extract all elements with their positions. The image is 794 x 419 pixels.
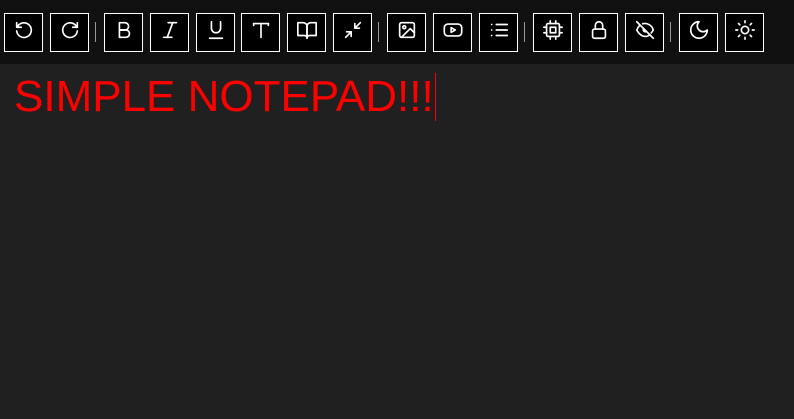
italic-button[interactable]	[150, 13, 189, 52]
book-open-icon	[296, 19, 318, 46]
underline-icon	[205, 19, 227, 46]
bold-button[interactable]	[104, 13, 143, 52]
minimize-button[interactable]	[333, 13, 372, 52]
text-t-icon	[250, 19, 272, 46]
list-icon	[488, 19, 510, 46]
hide-button[interactable]	[625, 13, 664, 52]
cpu-button[interactable]	[533, 13, 572, 52]
image-icon	[396, 19, 418, 46]
text-caret	[434, 73, 436, 121]
editor-area[interactable]: SIMPLE NOTEPAD!!!	[0, 64, 794, 419]
toolbar-separator	[524, 22, 525, 42]
toolbar-separator	[670, 22, 671, 42]
cpu-chip-icon	[542, 19, 564, 46]
insert-video-button[interactable]	[433, 13, 472, 52]
toolbar-separator	[95, 22, 96, 42]
toolbar-separator	[378, 22, 379, 42]
redo-icon	[59, 19, 81, 46]
minimize-arrows-icon	[342, 19, 364, 46]
moon-icon	[688, 19, 710, 46]
redo-button[interactable]	[50, 13, 89, 52]
reading-mode-button[interactable]	[287, 13, 326, 52]
toolbar	[0, 0, 794, 64]
editor-content: SIMPLE NOTEPAD!!!	[14, 72, 434, 121]
lock-icon	[588, 19, 610, 46]
italic-icon	[159, 19, 181, 46]
bold-icon	[113, 19, 135, 46]
undo-icon	[13, 19, 35, 46]
text-style-button[interactable]	[241, 13, 280, 52]
video-play-icon	[442, 19, 464, 46]
dark-mode-button[interactable]	[679, 13, 718, 52]
undo-button[interactable]	[4, 13, 43, 52]
list-button[interactable]	[479, 13, 518, 52]
lock-button[interactable]	[579, 13, 618, 52]
eye-off-icon	[634, 19, 656, 46]
underline-button[interactable]	[196, 13, 235, 52]
light-mode-button[interactable]	[725, 13, 764, 52]
sun-icon	[734, 19, 756, 46]
editor-text-line[interactable]: SIMPLE NOTEPAD!!!	[14, 73, 436, 121]
insert-image-button[interactable]	[387, 13, 426, 52]
